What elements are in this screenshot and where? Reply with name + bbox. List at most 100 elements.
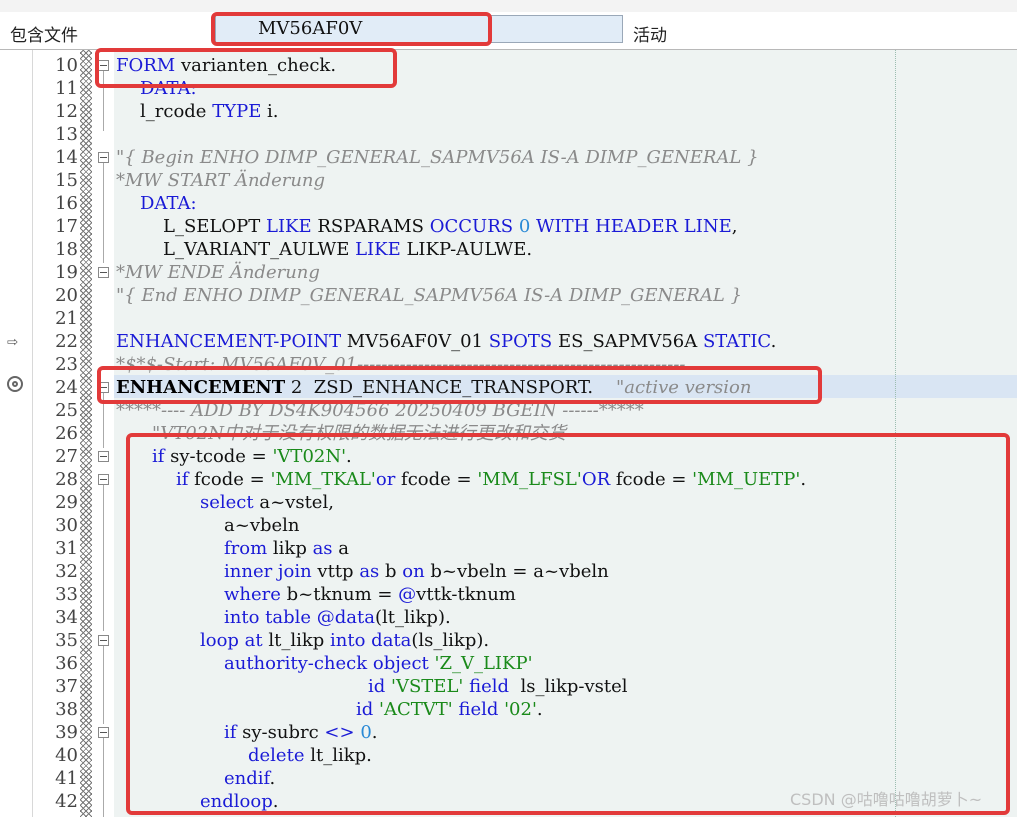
include-value[interactable]: MV56AF0V — [258, 18, 362, 39]
fold-line — [103, 646, 104, 724]
fold-line — [103, 485, 104, 631]
code-line-35[interactable]: loop at lt_likp into data(ls_likp). — [200, 629, 489, 652]
fold-toggle[interactable] — [98, 635, 109, 646]
code-line-17[interactable]: L_SELOPT LIKE RSPARAMS OCCURS 0 WITH HEA… — [163, 215, 737, 238]
enhancement-spiral-icon — [7, 376, 23, 392]
code-token: field — [469, 676, 510, 697]
code-token: "{ Begin ENHO DIMP_GENERAL_SAPMV56A IS-A… — [116, 147, 759, 168]
fold-toggle[interactable] — [98, 267, 109, 278]
code-token: 'VSTEL' — [391, 676, 464, 697]
code-line-31[interactable]: from likp as a — [224, 537, 349, 560]
line-number: 18 — [55, 239, 78, 260]
fold-toggle[interactable] — [98, 451, 109, 462]
marker-gutter — [0, 50, 33, 817]
code-token: vttp — [311, 561, 360, 582]
code-token: @ — [398, 584, 417, 605]
code-token: as — [359, 561, 380, 582]
code-token: (ls_likp). — [411, 630, 490, 651]
code-line-37[interactable]: id 'VSTEL' field ls_likp-vstel — [368, 675, 628, 698]
code-editor[interactable]: ⇨ 10 11 12 13 14 15 16 17 18 19 20 21 22… — [0, 49, 1017, 817]
code-token: into table — [224, 607, 312, 628]
code-token: where — [224, 584, 281, 605]
code-token: likp — [267, 538, 313, 559]
code-line-11[interactable]: DATA: — [140, 77, 197, 100]
code-token: select — [200, 492, 254, 513]
code-token: . — [269, 768, 276, 789]
code-token: *MW ENDE Änderung — [116, 262, 320, 283]
code-line-24[interactable]: ENHANCEMENT 2 ZSD_ENHANCE_TRANSPORT. "ac… — [116, 376, 751, 399]
line-number: 34 — [55, 607, 78, 628]
line-number: 23 — [55, 354, 78, 375]
arrow-right-icon: ⇨ — [7, 331, 18, 352]
code-line-39[interactable]: if sy-subrc <> 0. — [224, 721, 378, 744]
code-line-30[interactable]: a~vbeln — [224, 514, 300, 537]
code-token: . — [770, 331, 777, 352]
code-token: L_SELOPT — [163, 216, 266, 237]
code-token: SPOTS — [488, 331, 553, 352]
code-token: L_VARIANT_AULWE — [163, 239, 356, 260]
line-number: 35 — [55, 630, 78, 651]
line-number: 32 — [55, 561, 78, 582]
code-line-12[interactable]: l_rcode TYPE i. — [140, 100, 279, 123]
code-token: lt_likp. — [304, 745, 372, 766]
code-token: if — [152, 446, 165, 467]
code-line-27[interactable]: if sy-tcode = 'VT02N'. — [152, 445, 352, 468]
code-line-38[interactable]: id 'ACTVT' field '02'. — [356, 698, 543, 721]
code-line-16[interactable]: DATA: — [140, 192, 197, 215]
code-line-32[interactable]: inner join vttp as b on b~vbeln = a~vbel… — [224, 560, 609, 583]
code-token: OR — [581, 469, 611, 490]
line-length-guide — [895, 50, 896, 817]
include-label: 包含文件 — [10, 26, 78, 46]
line-number: 39 — [55, 722, 78, 743]
code-token: sy-tcode = — [164, 446, 273, 467]
code-token: fcode = — [610, 469, 693, 490]
code-token: inner join — [224, 561, 312, 582]
code-line-26[interactable]: "VT02N中对于没有权限的数据无法进行更改和交货 — [152, 422, 566, 445]
code-line-28[interactable]: if fcode = 'MM_TKAL'or fcode = 'MM_LFSL'… — [176, 468, 806, 491]
code-line-10[interactable]: FORM varianten_check. — [116, 54, 336, 77]
line-number: 40 — [55, 745, 78, 766]
code-line-20[interactable]: "{ End ENHO DIMP_GENERAL_SAPMV56A IS-A D… — [116, 284, 742, 307]
fold-toggle[interactable] — [98, 474, 109, 485]
code-token: . — [371, 722, 378, 743]
line-number: 41 — [55, 768, 78, 789]
code-line-33[interactable]: where b~tknum = @vttk-tknum — [224, 583, 516, 606]
code-token: LIKE — [265, 216, 312, 237]
code-token: . — [272, 791, 279, 812]
code-token: endloop — [200, 791, 273, 812]
code-token: , — [731, 216, 738, 237]
code-line-41[interactable]: endif. — [224, 767, 275, 790]
fold-line — [103, 393, 104, 448]
code-line-42[interactable]: endloop. — [200, 790, 278, 813]
code-line-25[interactable]: *****---- ADD BY DS4K904566 20250409 BGE… — [116, 399, 644, 422]
code-token: lt_likp — [262, 630, 331, 651]
code-token: LIKE — [355, 239, 401, 260]
fold-toggle[interactable] — [98, 727, 109, 738]
code-token: as — [312, 538, 333, 559]
change-marker-strip — [80, 50, 92, 817]
fold-line — [103, 738, 104, 817]
code-token: from — [224, 538, 268, 559]
code-line-19[interactable]: *MW ENDE Änderung — [116, 261, 320, 284]
code-line-36[interactable]: authority-check object 'Z_V_LIKP' — [224, 652, 533, 675]
code-token: OCCURS — [429, 216, 514, 237]
line-number: 27 — [55, 446, 78, 467]
code-line-23[interactable]: *$*$-Start: MV56AF0V_01-----------------… — [116, 353, 1016, 376]
fold-toggle[interactable] — [98, 382, 109, 393]
line-number: 28 — [55, 469, 78, 490]
code-line-40[interactable]: delete lt_likp. — [248, 744, 372, 767]
code-line-15[interactable]: *MW START Änderung — [116, 169, 325, 192]
code-line-22[interactable]: ENHANCEMENT-POINT MV56AF0V_01 SPOTS ES_S… — [116, 330, 776, 353]
code-line-14[interactable]: "{ Begin ENHO DIMP_GENERAL_SAPMV56A IS-A… — [116, 146, 759, 169]
code-token: TYPE — [212, 101, 262, 122]
code-line-34[interactable]: into table @data(lt_likp). — [224, 606, 451, 629]
code-token: b~tknum = — [280, 584, 399, 605]
fold-toggle[interactable] — [98, 152, 109, 163]
code-token: 'Z_V_LIKP' — [434, 653, 533, 674]
code-line-29[interactable]: select a~vstel, — [200, 491, 334, 514]
code-token: 'VT02N' — [272, 446, 347, 467]
line-number: 33 — [55, 584, 78, 605]
code-line-18[interactable]: L_VARIANT_AULWE LIKE LIKP-AULWE. — [163, 238, 532, 261]
fold-toggle[interactable] — [98, 60, 109, 71]
code-token: loop at — [200, 630, 263, 651]
